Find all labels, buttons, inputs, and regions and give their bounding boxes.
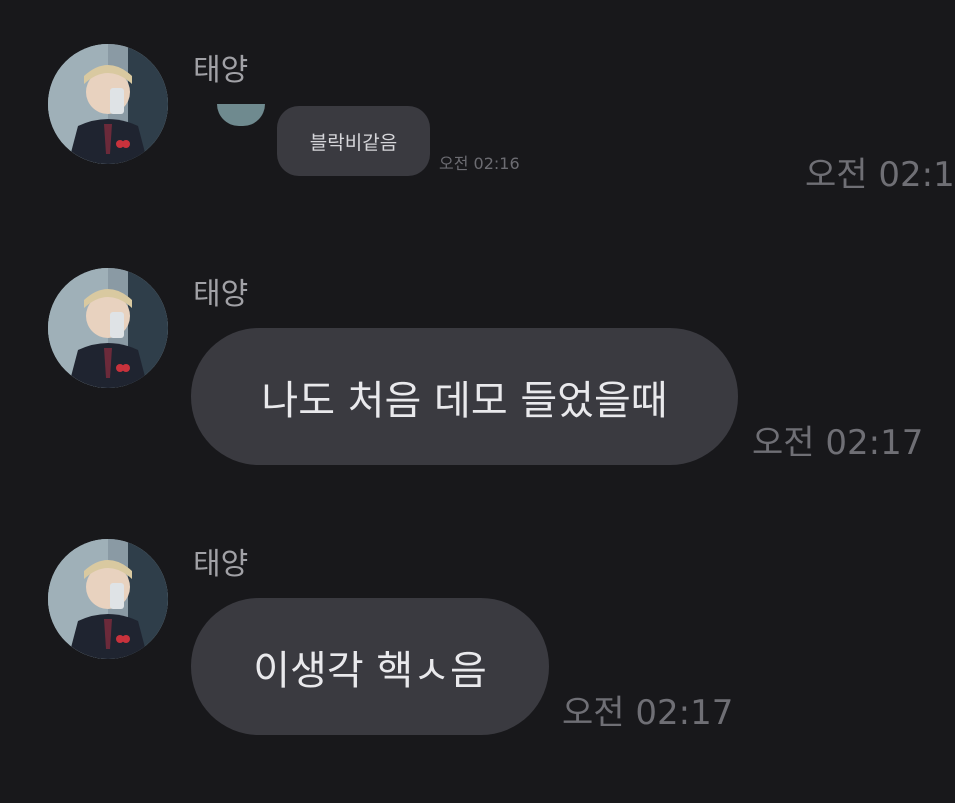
sender-name: 태양	[193, 53, 249, 88]
profile-photo-icon	[48, 268, 168, 388]
message-bubble[interactable]: 이생각 핵ㅅ음	[191, 598, 549, 735]
message-timestamp: 오전 02:17	[752, 423, 924, 463]
avatar[interactable]	[48, 44, 168, 164]
profile-photo-icon	[48, 44, 168, 164]
message-bubble[interactable]: 나도 처음 데모 들었을때	[191, 328, 738, 465]
sender-name: 태양	[193, 277, 249, 312]
message-text: 이생각 핵ㅅ음	[253, 647, 487, 694]
message-text: 블락비같음	[309, 131, 398, 154]
quoted-image-fragment	[217, 104, 265, 126]
message-bubble[interactable]: 블락비같음	[277, 106, 430, 176]
profile-photo-icon	[48, 539, 168, 659]
avatar[interactable]	[48, 539, 168, 659]
message-timestamp: 오전 02:16	[439, 154, 520, 173]
sender-name: 태양	[193, 547, 249, 582]
message-text: 나도 처음 데모 들었을때	[261, 377, 668, 424]
avatar[interactable]	[48, 268, 168, 388]
message-timestamp: 오전 02:17	[562, 693, 734, 733]
message-timestamp: 오전 02:1	[805, 155, 955, 195]
